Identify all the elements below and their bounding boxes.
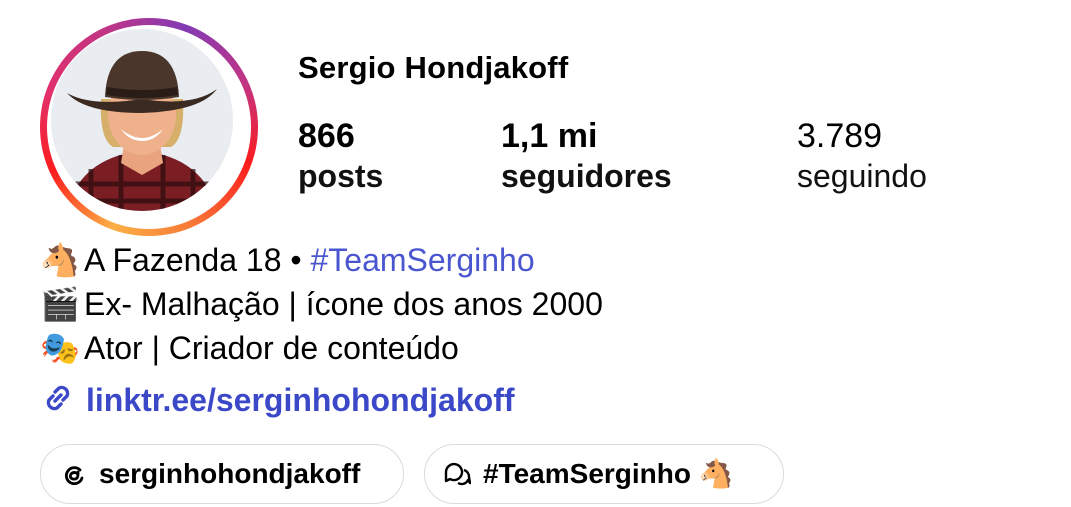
threads-chip[interactable]: serginhohondjakoff <box>40 444 404 504</box>
threads-icon <box>61 449 87 507</box>
followers-count: 1,1 mi <box>501 117 598 155</box>
stat-following[interactable]: 3.789 seguindo <box>797 116 927 196</box>
clapperboard-icon: 🎬 <box>40 285 80 323</box>
followers-label: seguidores <box>501 158 672 194</box>
avatar-photo <box>51 29 233 211</box>
bio-link[interactable]: linktr.ee/serginhohondjakoff <box>40 380 515 424</box>
horse-icon: 🐴 <box>40 241 80 279</box>
profile-username: Sergio Hondjakoff <box>298 50 569 85</box>
bio-hashtag-link[interactable]: #TeamSerginho <box>310 242 534 278</box>
link-icon <box>40 380 76 424</box>
following-count: 3.789 <box>797 117 883 155</box>
following-label: seguindo <box>797 158 927 194</box>
horse-icon: 🐴 <box>698 457 734 490</box>
bio-line-3-text: Ator | Criador de conteúdo <box>84 330 459 366</box>
theater-masks-icon: 🎭 <box>40 329 80 367</box>
avatar[interactable] <box>51 29 233 211</box>
hashtag-chip[interactable]: #TeamSerginho 🐴 <box>424 444 784 504</box>
hashtag-chip-label: #TeamSerginho <box>483 458 691 489</box>
bio-line-3: 🎭 Ator | Criador de conteúdo <box>40 328 459 368</box>
stat-posts[interactable]: 866 posts <box>298 116 383 196</box>
posts-label: posts <box>298 158 384 194</box>
threads-chip-label: serginhohondjakoff <box>99 458 361 489</box>
stat-followers[interactable]: 1,1 mi seguidores <box>501 116 672 196</box>
chat-bubbles-icon <box>443 449 472 507</box>
posts-count: 866 <box>298 117 355 155</box>
story-ring[interactable] <box>40 18 258 236</box>
bio-link-text: linktr.ee/serginhohondjakoff <box>86 382 515 418</box>
bio-line-1: 🐴 A Fazenda 18 • #TeamSerginho <box>40 240 535 280</box>
bio-line-1-text: A Fazenda 18 • <box>84 242 311 278</box>
bio-line-2-text: Ex- Malhação | ícone dos anos 2000 <box>84 286 603 322</box>
bio-line-2: 🎬 Ex- Malhação | ícone dos anos 2000 <box>40 284 603 324</box>
